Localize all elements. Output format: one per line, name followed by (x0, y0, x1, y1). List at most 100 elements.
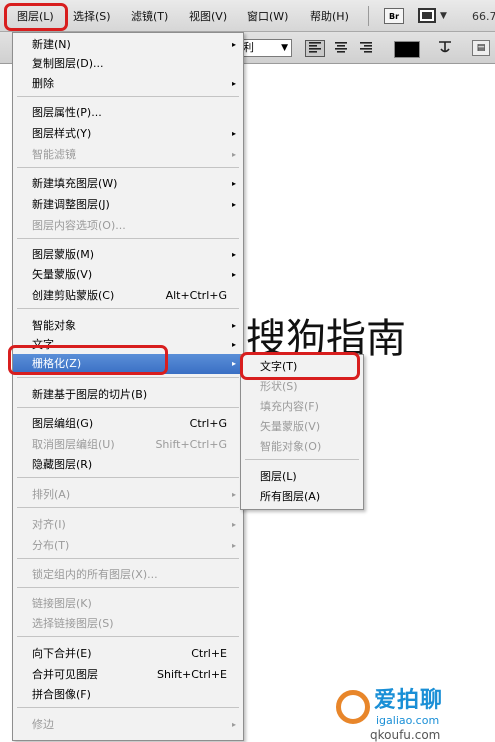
submenu-item-smart-object: 智能对象(O) (241, 437, 363, 457)
align-left-button[interactable] (305, 40, 325, 57)
submenu-item-vector-mask: 矢量蒙版(V) (241, 417, 363, 437)
submenu-item-all-layers[interactable]: 所有图层(A) (241, 487, 363, 507)
menu-item-label: 新建(N) (32, 38, 71, 51)
watermark-url: igaliao.com (376, 714, 440, 727)
menu-item-arrange: 排列(A) ▸ (13, 485, 243, 505)
menu-divider (17, 96, 239, 97)
menu-item-label: 图层编组(G) (32, 417, 94, 430)
menu-divider (17, 558, 239, 559)
submenu-arrow-icon: ▸ (231, 270, 236, 279)
align-center-button[interactable] (331, 40, 351, 57)
menu-item-label: 排列(A) (32, 488, 71, 501)
menu-help[interactable]: 帮助(H) (310, 8, 349, 26)
menu-item-layer-mask[interactable]: 图层蒙版(M) ▸ (13, 245, 243, 265)
menu-divider (17, 167, 239, 168)
align-left-icon (309, 42, 321, 53)
menu-item-shortcut: Alt+Ctrl+G (165, 289, 227, 302)
menu-window[interactable]: 窗口(W) (247, 8, 288, 26)
submenu-item-label: 形状(S) (260, 380, 298, 393)
submenu-arrow-icon: ▸ (231, 359, 236, 368)
menu-item-label: 取消图层编组(U) (32, 438, 115, 451)
panels-toggle-icon[interactable]: ▤ (472, 40, 490, 56)
antialias-value: 利 (243, 41, 254, 54)
warp-text-icon[interactable] (437, 39, 453, 59)
watermark: 爱拍聊 igaliao.com qkoufu.com (330, 676, 495, 742)
bridge-button[interactable]: Br (384, 8, 404, 24)
submenu-arrow-icon: ▸ (231, 321, 236, 330)
menu-item-shortcut: Shift+Ctrl+G (155, 438, 227, 451)
align-right-button[interactable] (356, 40, 376, 57)
menu-item-link-layers: 链接图层(K) (13, 594, 243, 614)
screen-mode-icon[interactable] (418, 8, 436, 23)
menu-item-label: 拼合图像(F) (32, 688, 91, 701)
submenu-arrow-icon: ▸ (231, 340, 236, 349)
menu-divider (17, 636, 239, 637)
menu-item-new-layer-based-slice[interactable]: 新建基于图层的切片(B) (13, 385, 243, 405)
menu-item-group-layers[interactable]: 图层编组(G) Ctrl+G (13, 414, 243, 434)
menu-item-label: 合并可见图层 (32, 668, 98, 681)
menu-filter[interactable]: 滤镜(T) (131, 8, 168, 26)
submenu-arrow-icon: ▸ (231, 179, 236, 188)
menu-divider (17, 238, 239, 239)
menu-divider (245, 459, 359, 460)
menu-item-label: 复制图层(D)... (32, 57, 104, 70)
menu-divider (17, 477, 239, 478)
menu-divider (17, 507, 239, 508)
menu-item-shortcut: Ctrl+E (191, 647, 227, 660)
menu-item-label: 智能滤镜 (32, 148, 76, 161)
menu-item-smart-object[interactable]: 智能对象 ▸ (13, 316, 243, 336)
submenu-arrow-icon: ▸ (231, 150, 236, 159)
menu-item-merge-visible[interactable]: 合并可见图层 Shift+Ctrl+E (13, 665, 243, 685)
menu-item-label: 图层样式(Y) (32, 127, 92, 140)
menu-item-layer-style[interactable]: 图层样式(Y) ▸ (13, 124, 243, 144)
menu-item-label: 分布(T) (32, 539, 70, 552)
submenu-arrow-icon: ▸ (231, 129, 236, 138)
menu-item-label: 选择链接图层(S) (32, 617, 114, 630)
menu-item-label: 新建填充图层(W) (32, 177, 118, 190)
menu-item-label: 矢量蒙版(V) (32, 268, 93, 281)
submenu-item-label: 图层(L) (260, 470, 297, 483)
menu-item-layer-properties[interactable]: 图层属性(P)... (13, 103, 243, 123)
submenu-arrow-icon: ▸ (231, 79, 236, 88)
menu-item-layer-content-options: 图层内容选项(O)... (13, 216, 243, 236)
menu-select[interactable]: 选择(S) (73, 8, 111, 26)
annotation-ring-layer-menu (4, 3, 68, 31)
watermark-logo-icon (336, 690, 370, 724)
submenu-arrow-icon: ▸ (231, 250, 236, 259)
menu-item-flatten-image[interactable]: 拼合图像(F) (13, 685, 243, 705)
menu-item-matting: 修边 ▸ (13, 715, 243, 735)
menu-item-align: 对齐(I) ▸ (13, 515, 243, 535)
menu-item-label: 隐藏图层(R) (32, 458, 93, 471)
menu-item-duplicate-layer[interactable]: 复制图层(D)... (13, 54, 243, 74)
submenu-item-layer[interactable]: 图层(L) (241, 467, 363, 487)
menu-item-new-adjustment-layer[interactable]: 新建调整图层(J) ▸ (13, 195, 243, 215)
submenu-item-label: 智能对象(O) (260, 440, 322, 453)
menu-item-delete[interactable]: 删除 ▸ (13, 74, 243, 94)
menu-item-ungroup-layers: 取消图层编组(U) Shift+Ctrl+G (13, 435, 243, 455)
chevron-down-icon[interactable]: ▼ (440, 11, 447, 21)
menu-item-merge-down[interactable]: 向下合并(E) Ctrl+E (13, 644, 243, 664)
menu-item-label: 新建调整图层(J) (32, 198, 110, 211)
submenu-arrow-icon: ▸ (231, 541, 236, 550)
menu-item-select-linked-layers: 选择链接图层(S) (13, 614, 243, 634)
menu-divider (17, 308, 239, 309)
menu-item-new[interactable]: 新建(N) ▸ (13, 35, 243, 55)
menu-divider (17, 377, 239, 378)
menu-item-label: 修边 (32, 718, 54, 731)
menu-separator (368, 6, 369, 26)
submenu-item-label: 填充内容(F) (260, 400, 319, 413)
menu-item-create-clipping-mask[interactable]: 创建剪贴蒙版(C) Alt+Ctrl+G (13, 286, 243, 306)
menu-item-distribute: 分布(T) ▸ (13, 536, 243, 556)
menu-view[interactable]: 视图(V) (189, 8, 227, 26)
submenu-item-shape: 形状(S) (241, 377, 363, 397)
menu-item-new-fill-layer[interactable]: 新建填充图层(W) ▸ (13, 174, 243, 194)
align-center-icon (335, 42, 347, 53)
menu-item-smart-filter: 智能滤镜 ▸ (13, 145, 243, 165)
menu-item-label: 新建基于图层的切片(B) (32, 388, 148, 401)
submenu-arrow-icon: ▸ (231, 40, 236, 49)
menu-item-vector-mask[interactable]: 矢量蒙版(V) ▸ (13, 265, 243, 285)
menu-divider (17, 407, 239, 408)
text-color-swatch[interactable] (394, 41, 420, 58)
menu-item-label: 智能对象 (32, 319, 76, 332)
menu-item-hide-layers[interactable]: 隐藏图层(R) (13, 455, 243, 475)
